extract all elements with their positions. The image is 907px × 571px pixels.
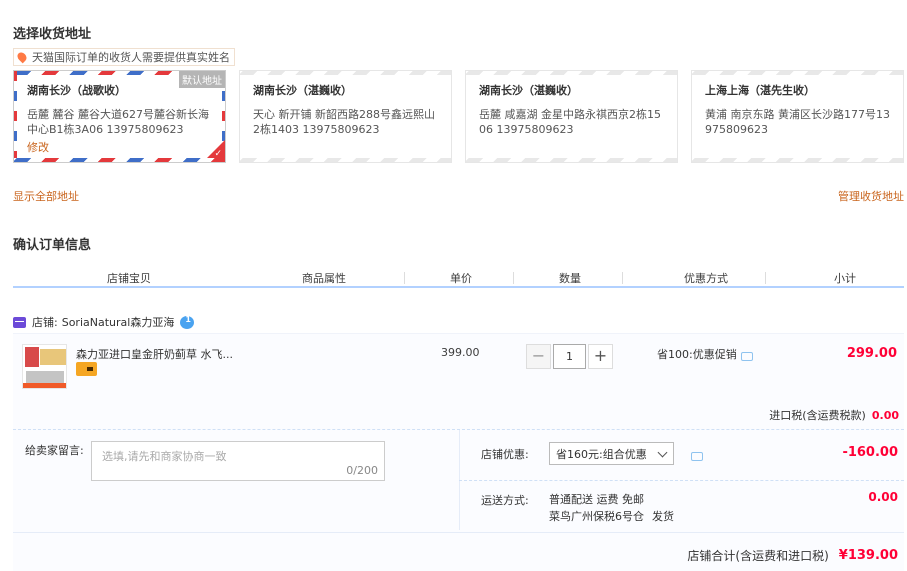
address-card-3[interactable]: 湖南长沙（湛巍收） 岳麓 咸嘉湖 金星中路永祺西京2栋1506 13975809… — [465, 70, 678, 163]
shipping-label: 运送方式: — [481, 494, 529, 507]
check-icon: ✓ — [214, 149, 222, 159]
shop-coupon-label: 店铺优惠: — [481, 448, 529, 461]
col-header-item: 店铺宝贝 — [107, 272, 151, 285]
shop-label: 店铺: — [32, 316, 58, 329]
shop-coupon-select[interactable]: 省160元:组合优惠 — [549, 442, 674, 465]
import-tax-label: 进口税(含运费税款) — [769, 409, 866, 422]
import-tax-value: 0.00 — [871, 409, 899, 422]
promotion-text: 省100:优惠促销 — [657, 348, 737, 361]
manage-addresses-link[interactable]: 管理收货地址 — [838, 188, 904, 204]
shop-total-row: 店铺合计(含运费和进口税) ¥139.00 — [687, 547, 898, 564]
comment-icon[interactable] — [740, 352, 753, 361]
message-char-count: 0/200 — [346, 464, 378, 477]
unit-price: 399.00 — [441, 346, 480, 359]
show-all-addresses-link[interactable]: 显示全部地址 — [13, 188, 79, 204]
location-pin-icon — [15, 50, 29, 64]
address-notice: 天猫国际订单的收货人需要提供真实姓名 — [13, 48, 235, 66]
import-tax-row: 进口税(含运费税款) 0.00 — [769, 407, 899, 423]
seller-message-input[interactable]: 选填,请先和商家协商一致 0/200 — [91, 441, 385, 481]
quantity-input[interactable]: 1 — [553, 344, 586, 369]
order-item-box: 森力亚进口皇金肝奶蓟草 水飞... 399.00 − 1 + 省100:优惠促销… — [13, 333, 904, 571]
chevron-down-icon — [657, 447, 668, 458]
ship-from-text: 发货 — [652, 510, 674, 523]
address-detail: 岳麓 咸嘉湖 金星中路永祺西京2栋1506 13975809623 — [479, 108, 661, 136]
order-section-title: 确认订单信息 — [13, 238, 92, 253]
decrease-quantity-button[interactable]: − — [526, 344, 551, 369]
col-header-quantity: 数量 — [559, 272, 581, 285]
coupon-selected-value: 省160元:组合优惠 — [556, 448, 647, 461]
col-header-subtotal: 小计 — [834, 272, 856, 285]
message-placeholder: 选填,请先和商家协商一致 — [102, 450, 227, 463]
notice-text: 天猫国际订单的收货人需要提供真实姓名 — [32, 51, 230, 64]
address-detail: 岳麓 麓谷 麓谷大道627号麓谷新长海中心B1栋3A06 13975809623 — [27, 108, 209, 136]
shop-name-link[interactable]: SoriaNatural森力亚海 — [62, 314, 175, 330]
address-name: 湖南长沙（战歌收） — [27, 84, 126, 97]
address-detail: 黄浦 南京东路 黄浦区长沙路177号13975809623 — [705, 108, 890, 136]
default-address-tag: 默认地址 — [179, 71, 225, 88]
address-name: 湖南长沙（湛巍收） — [479, 84, 578, 97]
shop-total-label: 店铺合计(含运费和进口税) — [687, 549, 829, 563]
wangwang-chat-icon[interactable] — [180, 315, 195, 329]
increase-quantity-button[interactable]: + — [588, 344, 613, 369]
shop-total-value: ¥139.00 — [838, 548, 898, 563]
col-header-discount: 优惠方式 — [684, 272, 728, 285]
address-detail: 天心 新开铺 新韶西路288号鑫远熙山2栋1403 13975809623 — [253, 108, 435, 136]
shop-icon — [13, 316, 26, 328]
address-name: 湖南长沙（湛巍收） — [253, 84, 352, 97]
order-table-header: 店铺宝贝 商品属性 单价 数量 优惠方式 小计 — [13, 268, 904, 288]
item-subtotal: 299.00 — [846, 346, 897, 361]
comment-icon[interactable] — [691, 452, 703, 461]
product-title-link[interactable]: 森力亚进口皇金肝奶蓟草 水飞... — [76, 346, 233, 362]
address-card-2[interactable]: 湖南长沙（湛巍收） 天心 新开铺 新韶西路288号鑫远熙山2栋1403 1397… — [239, 70, 452, 163]
product-image[interactable] — [22, 344, 67, 389]
shipping-method: 普通配送 运费 免邮 — [549, 493, 644, 506]
address-name: 上海上海（湛先生收） — [705, 84, 815, 97]
shipping-fee: 0.00 — [868, 490, 898, 504]
quantity-stepper: − 1 + — [526, 344, 613, 369]
shipping-warehouse: 菜鸟广州保税6号仓 发货 — [549, 508, 674, 524]
col-header-price: 单价 — [450, 272, 472, 285]
shop-row: 店铺: SoriaNatural森力亚海 — [13, 314, 195, 330]
promotion-info: 省100:优惠促销 — [657, 346, 753, 362]
edit-address-link[interactable]: 修改 — [27, 139, 49, 155]
shop-discount-value: -160.00 — [842, 445, 898, 460]
address-section-title: 选择收货地址 — [13, 27, 92, 42]
address-card-1[interactable]: 默认地址 湖南长沙（战歌收） 岳麓 麓谷 麓谷大道627号麓谷新长海中心B1栋3… — [13, 70, 226, 163]
service-badge-icon — [76, 362, 97, 376]
col-header-attributes: 商品属性 — [302, 272, 346, 285]
warehouse-name: 菜鸟广州保税6号仓 — [549, 510, 644, 523]
address-card-4[interactable]: 上海上海（湛先生收） 黄浦 南京东路 黄浦区长沙路177号13975809623 — [691, 70, 904, 163]
message-label: 给卖家留言: — [25, 444, 84, 457]
